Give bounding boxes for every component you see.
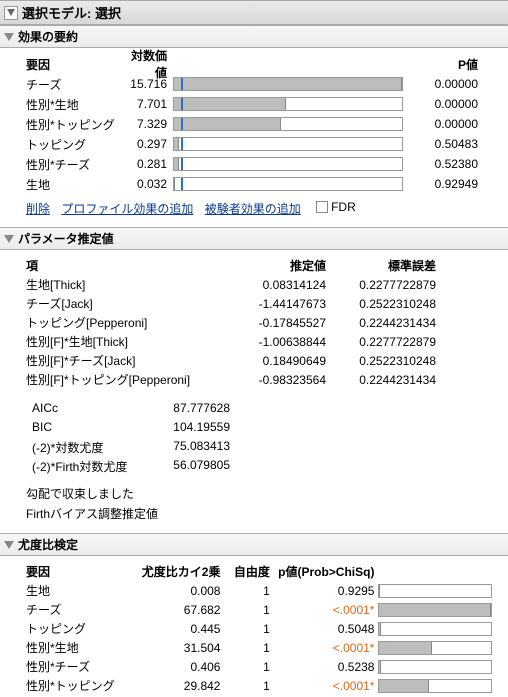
table-row[interactable]: 性別[F]*生地[Thick]-1.006388440.2277722879	[26, 332, 492, 351]
table-row[interactable]: トッピング 0.445 1 0.5048	[26, 619, 492, 638]
lr-panel-header[interactable]: 尤度比検定	[0, 533, 508, 556]
table-row[interactable]: 性別*生地 31.504 1 <.0001*	[26, 638, 492, 657]
col-se: 標準誤差	[326, 257, 436, 274]
table-row[interactable]: 生地 0.008 1 0.9295	[26, 581, 492, 600]
link-row: 削除 プロファイル効果の追加 被験者効果の追加 FDR	[26, 200, 492, 217]
table-row[interactable]: チーズ 15.716 0.00000	[26, 74, 492, 94]
disclosure-triangle-icon	[4, 235, 14, 243]
disclosure-triangle-icon	[4, 33, 14, 41]
bar	[173, 77, 403, 91]
stats-table: AICc87.777628 BIC104.19559 (-2)*対数尤度75.0…	[32, 401, 492, 477]
table-header-row: 項 推定値 標準誤差	[26, 256, 492, 275]
model-title: 選択モデル: 選択	[22, 3, 121, 22]
model-panel-header[interactable]: 選択モデル: 選択	[0, 0, 508, 25]
effects-title: 効果の要約	[18, 28, 78, 45]
table-row: BIC104.19559	[32, 420, 492, 439]
table-row: (-2)*対数尤度75.083413	[32, 439, 492, 458]
table-row[interactable]: 性別[F]*トッピング[Pepperoni]-0.983235640.22442…	[26, 370, 492, 389]
params-panel-header[interactable]: パラメータ推定値	[0, 227, 508, 250]
lr-table: 要因 尤度比カイ2乗 自由度 p値(Prob>ChiSq) 生地 0.008 1…	[26, 562, 492, 695]
effects-table: 要因 対数価値 P値 チーズ 15.716 0.00000 性別*生地 7.70…	[26, 54, 492, 194]
table-row[interactable]: チーズ[Jack]-1.441476730.2522310248	[26, 294, 492, 313]
table-header-row: 要因 対数価値 P値	[26, 54, 492, 74]
table-row[interactable]: トッピング[Pepperoni]-0.178455270.2244231434	[26, 313, 492, 332]
axis-line	[181, 78, 183, 90]
effects-panel-header[interactable]: 効果の要約	[0, 25, 508, 48]
delete-link[interactable]: 削除	[26, 202, 50, 216]
params-table: 項 推定値 標準誤差 生地[Thick]0.083141240.22777228…	[26, 256, 492, 389]
params-title: パラメータ推定値	[18, 230, 114, 247]
fdr-label: FDR	[331, 200, 356, 214]
col-p: P値	[403, 56, 478, 73]
lr-title: 尤度比検定	[18, 536, 78, 553]
table-row: AICc87.777628	[32, 401, 492, 420]
table-row[interactable]: 生地[Thick]0.083141240.2277722879	[26, 275, 492, 294]
convergence-note: 勾配で収束しました	[26, 485, 492, 503]
disclosure-box-icon[interactable]	[4, 6, 18, 20]
firth-note: Firthバイアス調整推定値	[26, 505, 492, 523]
checkbox-icon	[316, 201, 328, 213]
table-row[interactable]: 性別*チーズ 0.281 0.52380	[26, 154, 492, 174]
col-factor: 要因	[26, 56, 124, 73]
table-row[interactable]: 性別*チーズ 0.406 1 0.5238	[26, 657, 492, 676]
disclosure-triangle-icon	[4, 541, 14, 549]
table-row[interactable]: トッピング 0.297 0.50483	[26, 134, 492, 154]
table-row[interactable]: チーズ 67.682 1 <.0001*	[26, 600, 492, 619]
table-row: (-2)*Firth対数尤度56.079805	[32, 458, 492, 477]
table-header-row: 要因 尤度比カイ2乗 自由度 p値(Prob>ChiSq)	[26, 562, 492, 581]
table-row[interactable]: 性別*生地 7.701 0.00000	[26, 94, 492, 114]
fdr-checkbox[interactable]: FDR	[316, 200, 356, 214]
add-profile-link[interactable]: プロファイル効果の追加	[61, 202, 193, 216]
table-row[interactable]: 性別*トッピング 7.329 0.00000	[26, 114, 492, 134]
col-term: 項	[26, 257, 226, 274]
table-row[interactable]: 性別[F]*チーズ[Jack]0.184906490.2522310248	[26, 351, 492, 370]
table-row[interactable]: 性別*トッピング 29.842 1 <.0001*	[26, 676, 492, 695]
col-est: 推定値	[226, 257, 326, 274]
col-log: 対数価値	[124, 47, 173, 81]
table-row[interactable]: 生地 0.032 0.92949	[26, 174, 492, 194]
add-subject-link[interactable]: 被験者効果の追加	[205, 202, 301, 216]
